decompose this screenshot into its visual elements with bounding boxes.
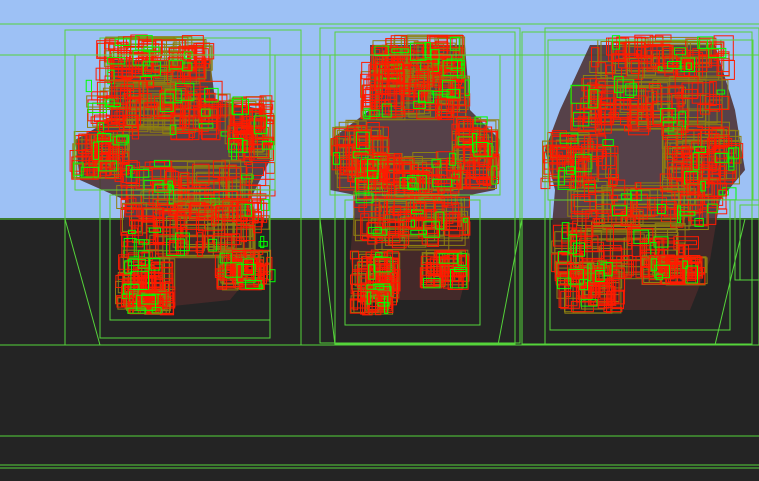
game-viewport[interactable] [0,0,759,481]
bounding-volume-scene [0,0,759,481]
